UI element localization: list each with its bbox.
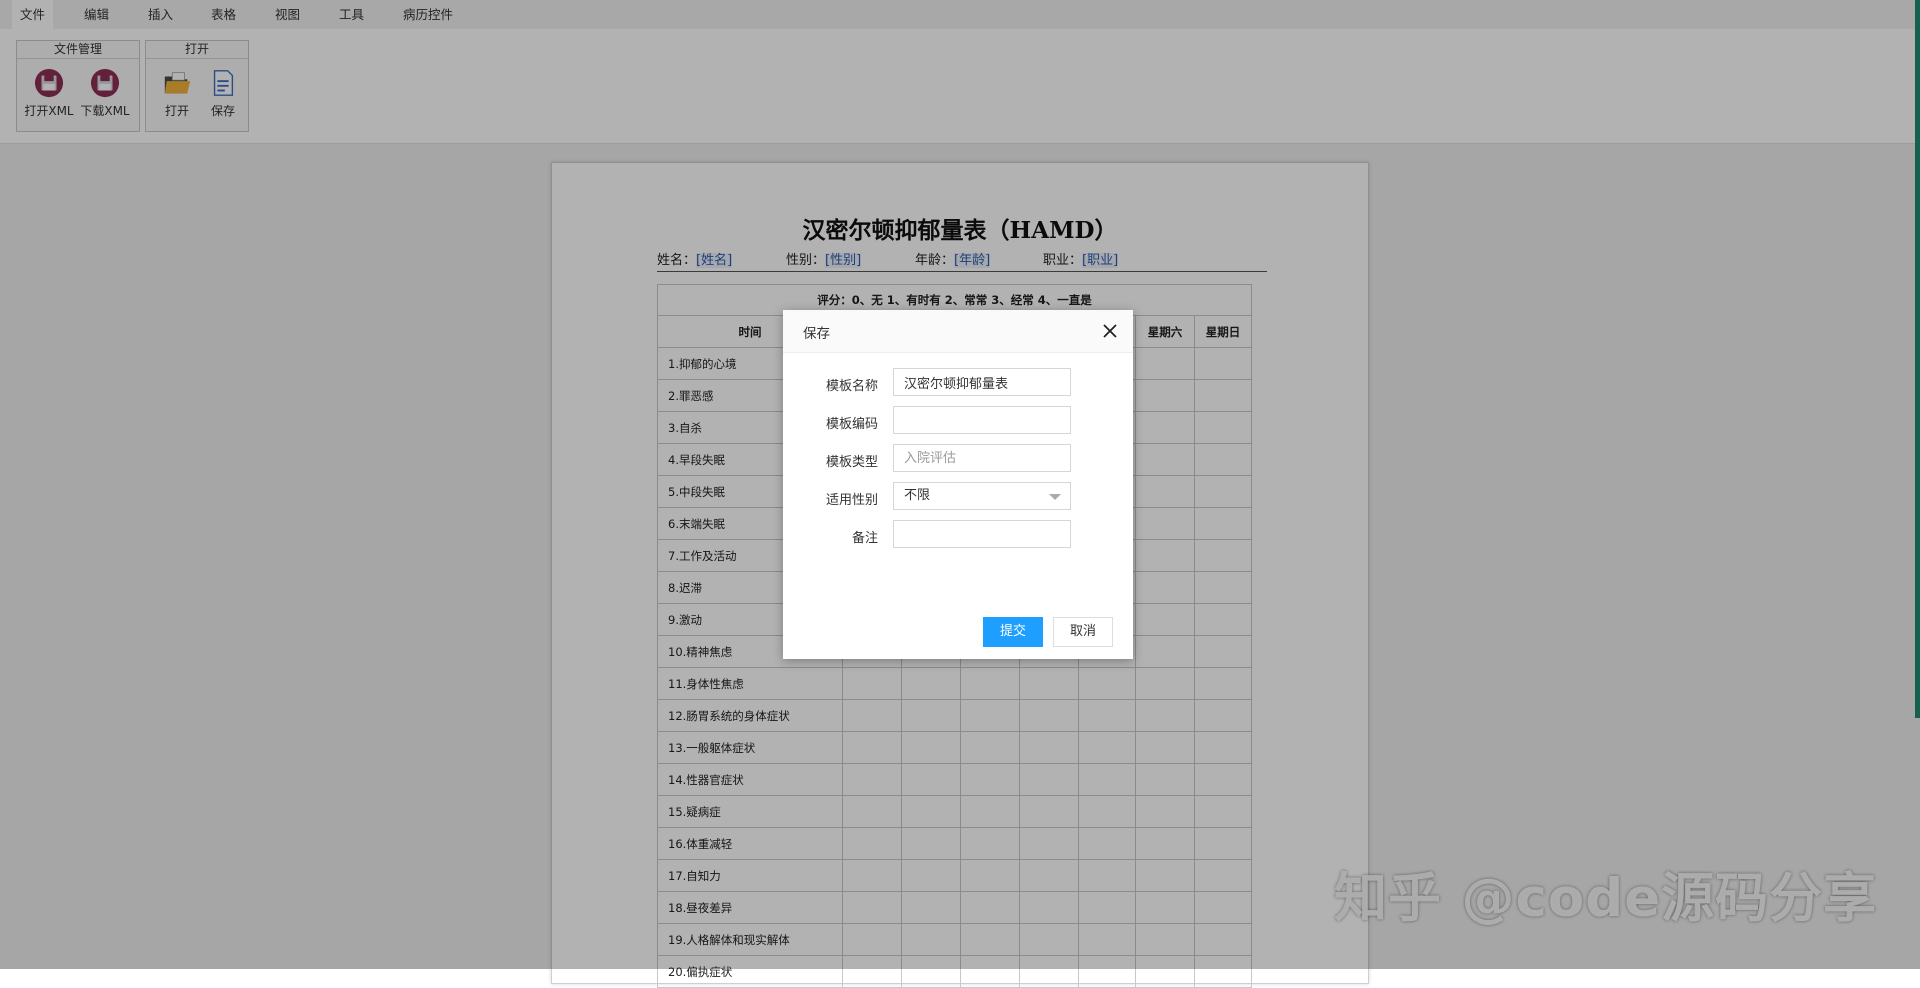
cancel-button[interactable]: 取消 (1053, 617, 1113, 647)
applicable-gender-select[interactable]: 不限 (893, 482, 1071, 510)
template-code-label: 模板编码 (825, 417, 878, 432)
template-code-row: 模板编码 (783, 406, 1133, 436)
remark-label: 备注 (851, 531, 878, 546)
applicable-gender-row: 适用性别 不限 (783, 482, 1133, 512)
app-window: 文件 编辑 插入 表格 视图 工具 病历控件 文件管理 打开XML 下载XML … (0, 0, 1920, 988)
dialog-header: 保存 (783, 310, 1133, 353)
dialog-title: 保存 (803, 326, 830, 342)
applicable-gender-label: 适用性别 (825, 493, 878, 508)
close-icon[interactable] (1100, 321, 1120, 341)
template-type-input[interactable] (893, 444, 1071, 472)
save-dialog: 保存 模板名称 模板编码 模板类型 适用性别 不限 备注 (783, 310, 1133, 659)
chevron-down-icon (1049, 494, 1061, 500)
template-type-row: 模板类型 (783, 444, 1133, 474)
template-name-input[interactable] (893, 368, 1071, 396)
remark-input[interactable] (893, 520, 1071, 548)
remark-row: 备注 (783, 520, 1133, 550)
applicable-gender-value: 不限 (904, 488, 931, 503)
submit-button[interactable]: 提交 (983, 617, 1043, 647)
template-type-label: 模板类型 (825, 455, 878, 470)
template-name-row: 模板名称 (783, 368, 1133, 398)
template-name-label: 模板名称 (825, 379, 878, 394)
template-code-input[interactable] (893, 406, 1071, 434)
